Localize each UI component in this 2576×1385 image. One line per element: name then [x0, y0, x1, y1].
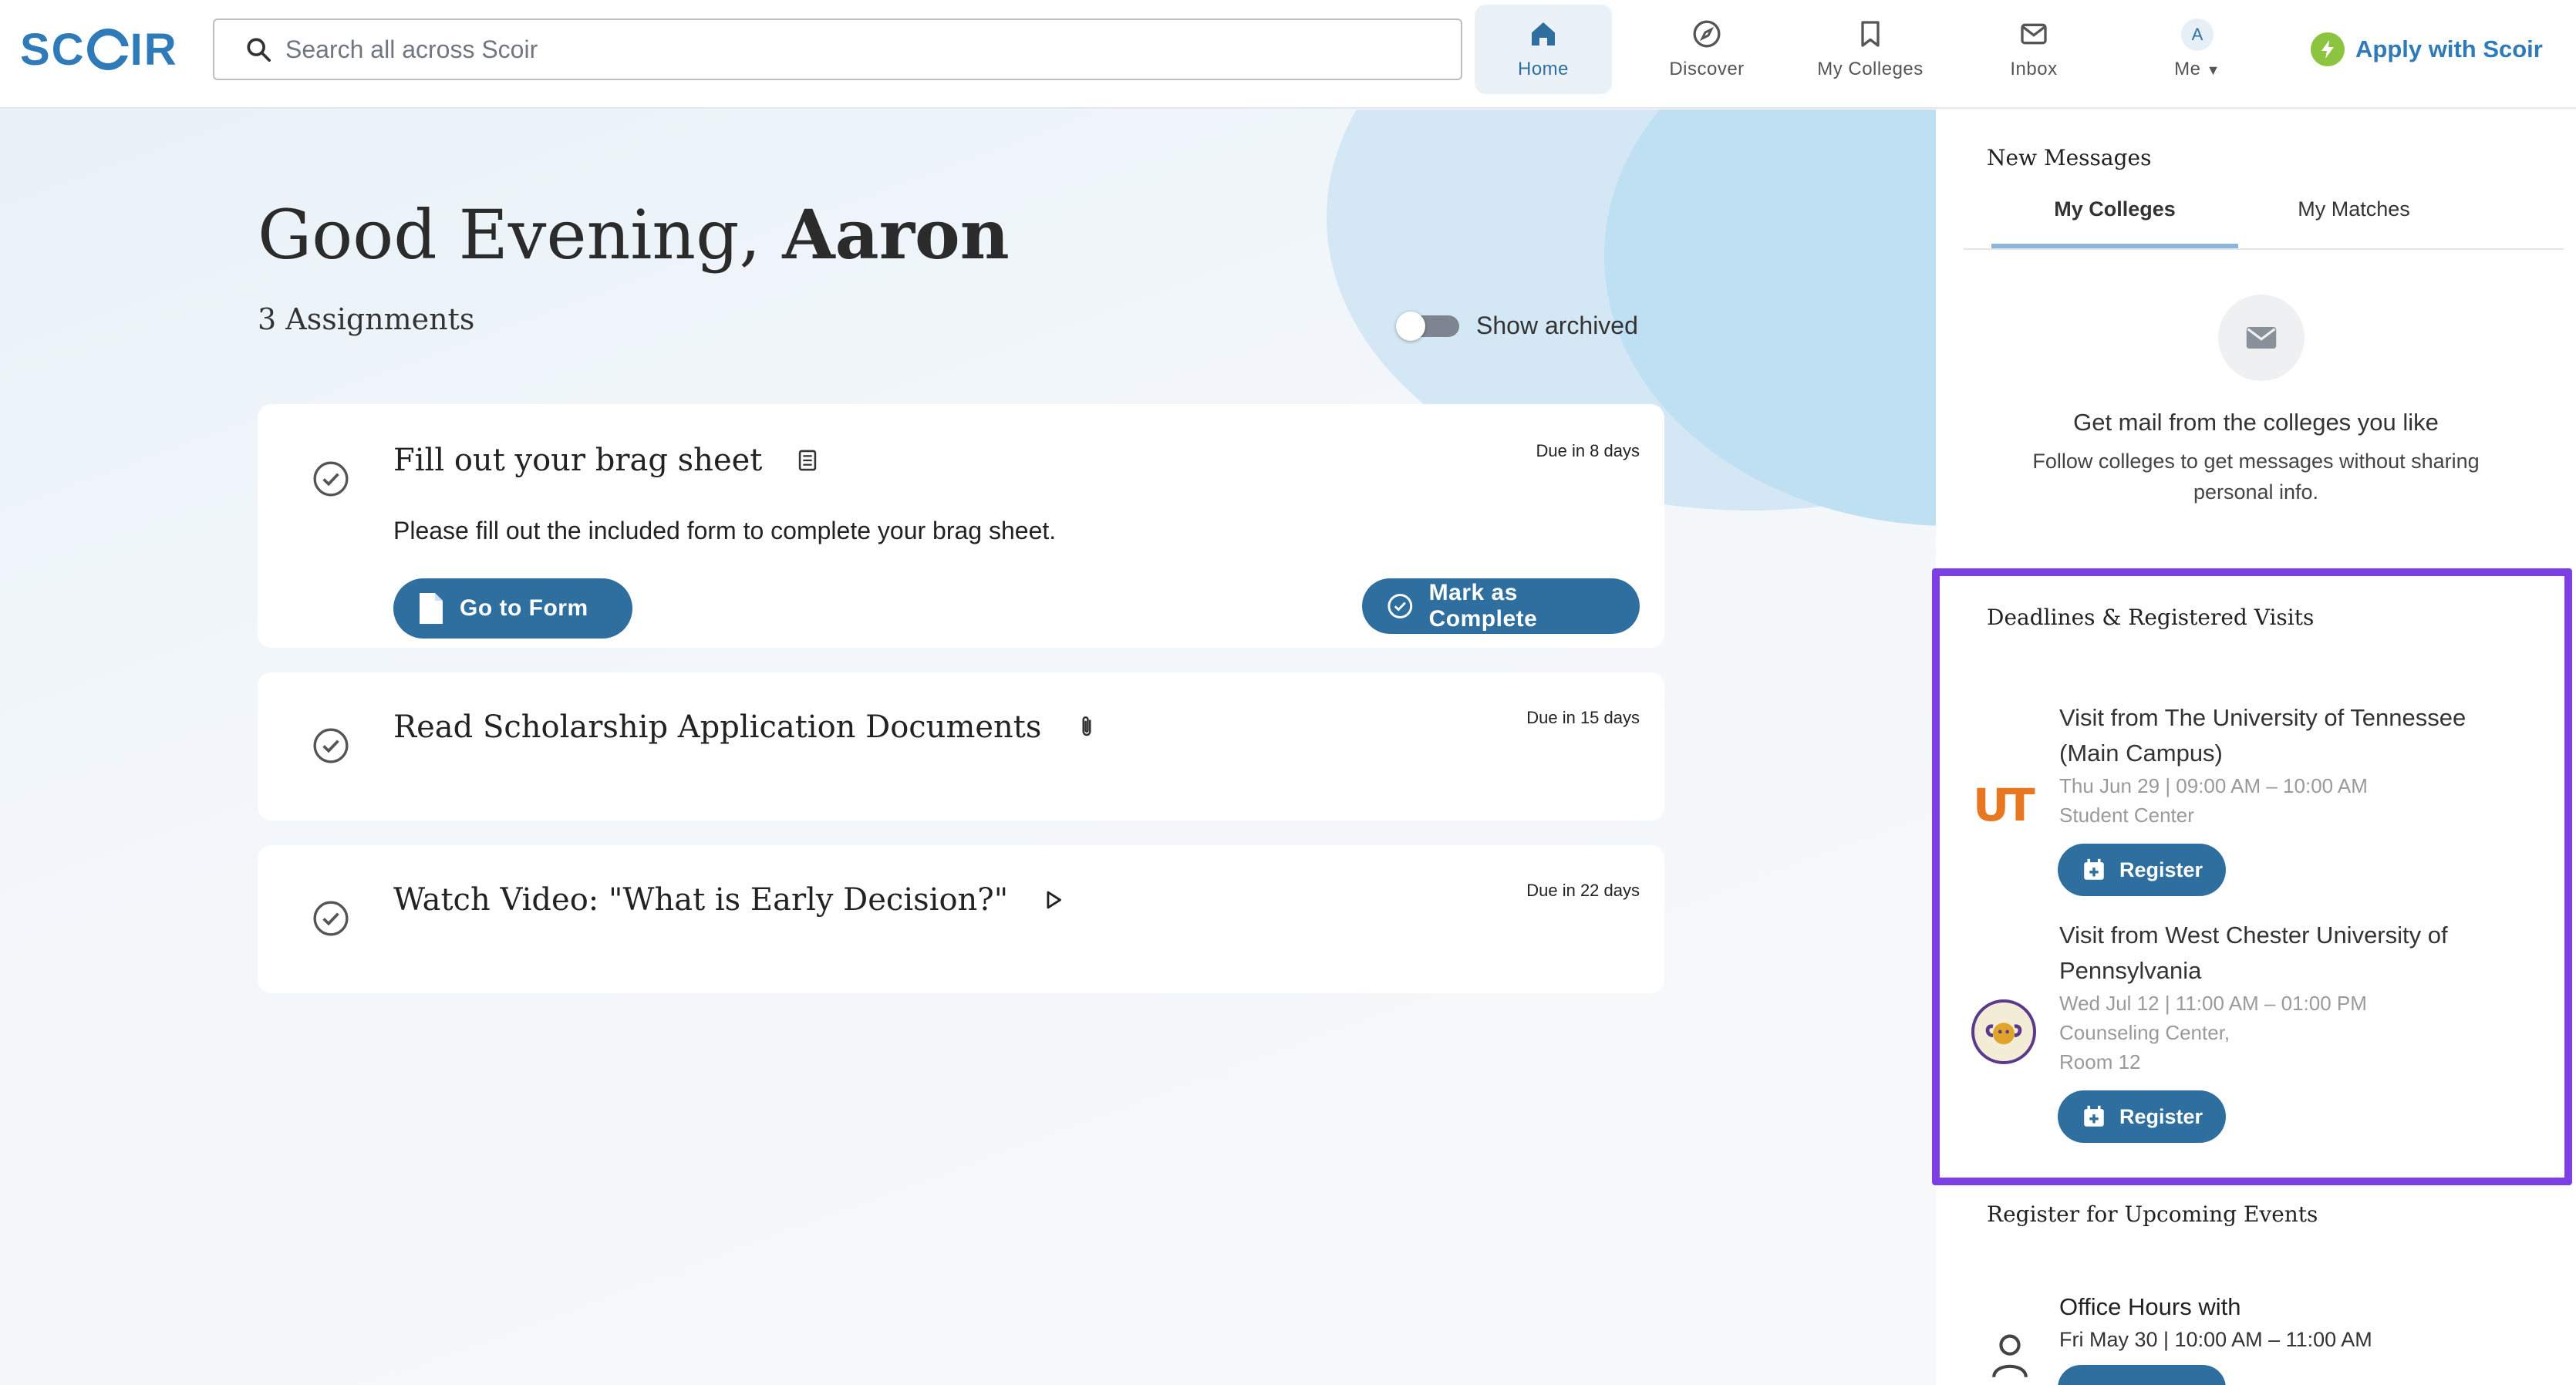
scoir-logo[interactable]: SC IR	[20, 25, 178, 75]
nav-home[interactable]: Home	[1475, 5, 1612, 94]
document-icon	[420, 593, 443, 624]
tab-my-colleges[interactable]: My Colleges	[1991, 197, 2238, 248]
assignment-card: Fill out your brag sheet Due in 8 days P…	[258, 404, 1664, 648]
assignment-card: Read Scholarship Application Documents D…	[258, 672, 1664, 821]
event-item: Office Hours with Fri May 30 | 10:00 AM …	[2059, 1289, 2491, 1354]
visit-location: Student Center	[2059, 804, 2194, 827]
top-bar: SC IR Home Discover My Colleges Inbox A M…	[0, 0, 2576, 109]
assignment-description: Please fill out the included form to com…	[393, 517, 1057, 544]
caret-down-icon: ▼	[2206, 62, 2220, 78]
assignment-count: 3 Assignments	[258, 302, 475, 336]
new-messages-heading: New Messages	[1987, 145, 2152, 170]
visit-datetime: Wed Jul 12 | 11:00 AM – 01:00 PM	[2059, 992, 2367, 1015]
register-button[interactable]: Register	[2058, 1090, 2226, 1143]
event-datetime: Fri May 30 | 10:00 AM – 11:00 AM	[2059, 1328, 2372, 1351]
nav-discover[interactable]: Discover	[1638, 5, 1775, 94]
visit-location: Counseling Center,	[2059, 1021, 2230, 1044]
register-button[interactable]	[2058, 1365, 2226, 1385]
greeting-heading: Good Evening, Aaron	[258, 194, 1010, 275]
go-to-form-button[interactable]: Go to Form	[393, 578, 632, 639]
apply-with-scoir-link[interactable]: Apply with Scoir	[2311, 28, 2543, 71]
due-date: Due in 15 days	[1526, 708, 1640, 727]
message-tabs: My Colleges My Matches	[1964, 197, 2564, 250]
visit-item: Visit from West Chester University of Pe…	[2059, 918, 2491, 1077]
due-date: Due in 8 days	[1536, 441, 1640, 460]
empty-messages-title: Get mail from the colleges you like	[2073, 409, 2439, 436]
visit-datetime: Thu Jun 29 | 09:00 AM – 10:00 AM	[2059, 774, 2368, 797]
empty-messages-subtitle: Follow colleges to get messages without …	[2032, 450, 2480, 504]
visit-location-room: Room 12	[2059, 1050, 2141, 1073]
nav-my-colleges[interactable]: My Colleges	[1802, 5, 1939, 94]
apply-label: Apply with Scoir	[2355, 35, 2543, 62]
check-circle-icon[interactable]	[312, 899, 350, 938]
tab-my-matches[interactable]: My Matches	[2238, 197, 2470, 248]
visit-item: Visit from The University of Tennessee (…	[2059, 700, 2491, 830]
toggle-switch[interactable]	[1396, 311, 1459, 341]
mail-placeholder	[2218, 295, 2305, 381]
user-name: Aaron	[782, 194, 1010, 275]
nav-home-label: Home	[1517, 59, 1570, 79]
lightning-icon	[2311, 32, 2345, 66]
assignment-card: Watch Video: "What is Early Decision?" D…	[258, 845, 1664, 993]
due-date: Due in 22 days	[1526, 881, 1640, 900]
nav-inbox[interactable]: Inbox	[1965, 5, 2102, 94]
paperclip-icon	[1082, 716, 1091, 736]
nav-my-colleges-label: My Colleges	[1817, 59, 1924, 79]
bookmark-icon	[1861, 21, 1880, 47]
person-icon	[1992, 1334, 2028, 1378]
compass-icon	[1693, 20, 1721, 48]
main-content: Good Evening, Aaron 3 Assignments Show a…	[0, 110, 1936, 1385]
search-bar[interactable]	[213, 19, 1462, 80]
avatar: A	[2181, 19, 2214, 51]
mark-as-complete-button[interactable]: Mark as Complete	[1362, 578, 1640, 634]
assignment-title[interactable]: Read Scholarship Application Documents	[393, 709, 1100, 745]
search-input[interactable]	[285, 35, 1365, 64]
visit-title[interactable]: Visit from The University of Tennessee (…	[2059, 700, 2491, 771]
check-circle-icon[interactable]	[312, 726, 350, 765]
play-icon	[1047, 891, 1062, 909]
calendar-plus-icon	[2084, 1105, 2104, 1127]
logo-text-left: SC	[20, 24, 86, 75]
register-button[interactable]: Register	[2058, 844, 2226, 896]
show-archived-label: Show archived	[1476, 312, 1638, 339]
home-icon	[1532, 22, 1555, 45]
show-archived-toggle[interactable]: Show archived	[1396, 311, 1638, 341]
university-of-tennessee-logo: UT	[1973, 779, 2035, 831]
envelope-icon	[2246, 327, 2277, 349]
search-icon	[247, 38, 271, 62]
west-chester-university-logo	[1971, 999, 2036, 1064]
highlight-box	[1932, 568, 2572, 1185]
logo-o-mark	[86, 29, 130, 70]
check-circle-icon[interactable]	[312, 460, 350, 498]
calendar-plus-icon	[2084, 858, 2104, 880]
assignment-title[interactable]: Fill out your brag sheet	[393, 443, 821, 478]
assignment-title[interactable]: Watch Video: "What is Early Decision?"	[393, 882, 1067, 918]
nav-me-label: Me ▼	[2174, 59, 2220, 79]
nav-me[interactable]: A Me ▼	[2129, 5, 2266, 94]
visit-title[interactable]: Visit from West Chester University of Pe…	[2059, 918, 2491, 989]
event-title[interactable]: Office Hours with	[2059, 1289, 2491, 1325]
nav-inbox-label: Inbox	[2010, 59, 2058, 79]
nav-discover-label: Discover	[1669, 59, 1745, 79]
check-circle-icon	[1387, 594, 1413, 618]
form-icon	[799, 450, 817, 471]
envelope-icon	[2021, 23, 2047, 45]
ram-mascot-icon	[1985, 1023, 2022, 1045]
logo-text-right: IR	[130, 24, 178, 75]
upcoming-events-heading: Register for Upcoming Events	[1987, 1201, 2318, 1227]
